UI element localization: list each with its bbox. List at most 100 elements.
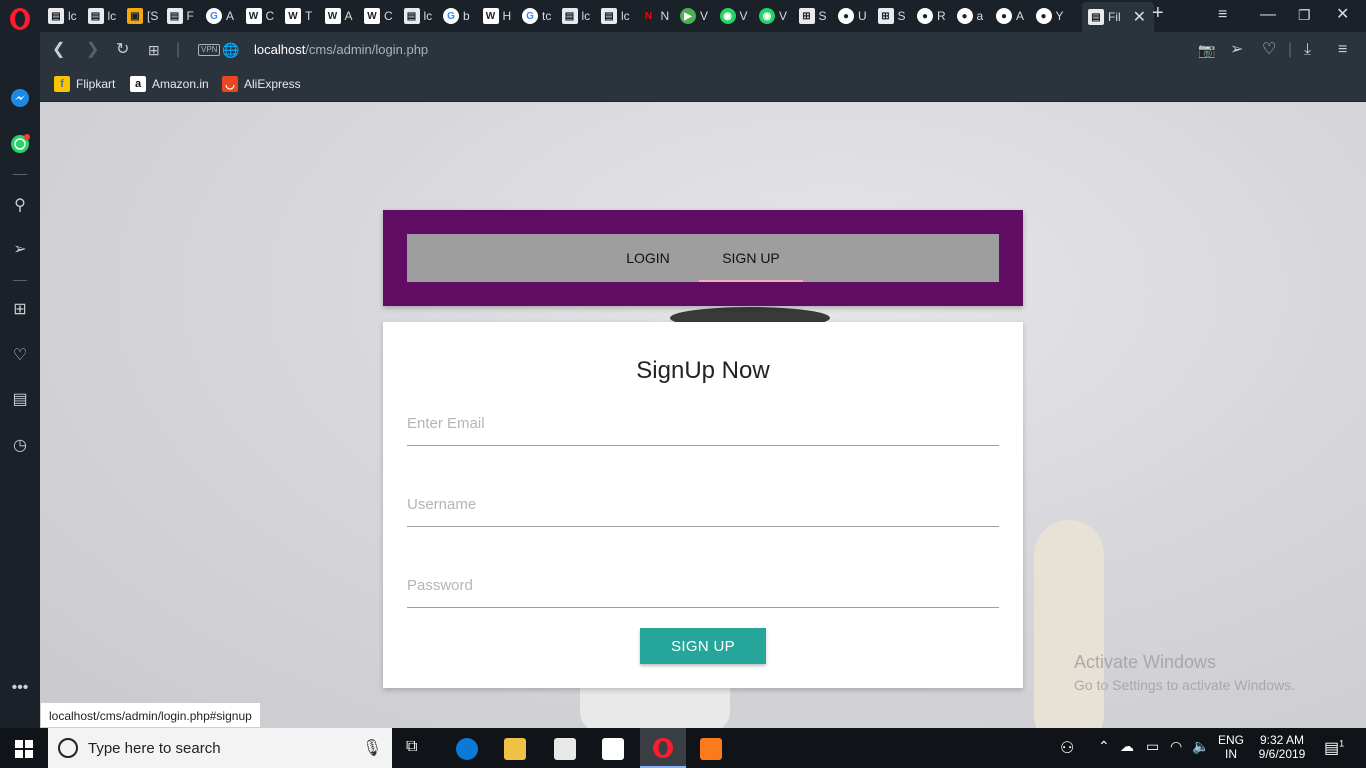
tab[interactable]: WT [285,3,312,29]
tab[interactable]: Gtc [522,3,551,29]
action-center-icon[interactable]: ▤1 [1324,738,1344,758]
mail-icon[interactable] [602,738,624,760]
tab[interactable]: ⊞ S [798,3,827,29]
whatsapp-icon[interactable] [10,134,30,154]
vpn-badge[interactable]: VPN [198,44,221,56]
close-window-button[interactable]: ✕ [1336,6,1349,24]
tab-title: A [226,9,235,23]
tab[interactable]: ▤ lc [48,3,77,29]
tab-active[interactable]: ▤ Fil ✕ [1082,2,1155,32]
task-view-icon[interactable]: ⧉ [406,738,428,760]
email-field[interactable] [407,402,999,446]
tab[interactable]: ● a [956,3,983,29]
tab[interactable]: WC [364,3,393,29]
wifi-icon[interactable]: ◠ [1170,738,1182,755]
people-icon[interactable]: ⚇ [1060,738,1074,758]
tab[interactable]: ◉ V [759,3,787,29]
github-icon: ● [838,8,854,24]
windows-start-icon[interactable] [15,740,33,758]
tab[interactable]: ● R [917,3,946,29]
close-tab-icon[interactable]: ✕ [1133,7,1146,27]
tab-title: V [700,9,709,23]
microphone-icon[interactable]: 🎙 [362,738,382,758]
history-icon[interactable]: ◷ [10,436,30,456]
tab-title: b [463,9,470,23]
tab[interactable]: ▶ V [680,3,708,29]
restore-button[interactable]: ❐ [1298,6,1311,24]
password-field[interactable] [407,564,999,608]
tab-menu-icon[interactable]: ≡ [1218,6,1227,24]
github-icon: ● [956,8,973,24]
tab[interactable]: ● A [996,3,1024,29]
reload-icon[interactable]: ↻ [116,41,129,59]
tab-title: lc [581,9,591,23]
volume-icon[interactable]: 🔈 [1192,738,1209,755]
tab[interactable]: WH [482,3,511,29]
url-field[interactable]: localhost/cms/admin/login.php [254,42,428,57]
opera-logo-icon[interactable] [8,7,32,31]
activate-windows-watermark: Activate Windows Go to Settings to activ… [1074,652,1295,693]
speed-dial-icon[interactable]: ⊞ [10,300,30,320]
tab[interactable]: ▤ lc [561,3,591,29]
battery-icon[interactable]: ▭ [1146,738,1159,755]
tab[interactable]: GA [206,3,234,29]
minimize-button[interactable]: — [1260,6,1276,24]
xampp-icon[interactable] [700,738,722,760]
watermark-title: Activate Windows [1074,652,1217,672]
tab-title: Fil [1108,10,1121,24]
send-icon[interactable]: ➢ [1230,41,1243,59]
taskbar-search-placeholder: Type here to search [88,740,221,757]
tray-expand-icon[interactable]: ⌃ [1098,738,1110,755]
tab[interactable]: ● Y [1035,3,1064,29]
easy-setup-icon[interactable]: ≡ [1338,41,1347,59]
bookmark-aliexpress[interactable]: ◡ AliExpress [222,76,301,92]
tab-login[interactable]: LOGIN [617,234,679,282]
search-icon[interactable]: ⚲ [10,196,30,216]
messenger-icon[interactable] [10,88,30,108]
tab-title: F [186,9,194,23]
new-tab-button[interactable]: + [1152,3,1164,23]
more-icon[interactable]: ••• [10,678,30,698]
play-icon: ▶ [680,8,696,24]
clock-time: 9:32 AM [1259,733,1305,747]
signup-button[interactable]: SIGN UP [640,628,766,664]
bookmark-amazon[interactable]: a Amazon.in [130,76,209,92]
send-icon[interactable]: ➢ [10,240,30,260]
bookmark-flipkart[interactable]: f Flipkart [54,76,115,92]
tab[interactable]: ⊞ S [877,3,906,29]
tab[interactable]: ▤ lc [87,3,116,29]
taskbar-search[interactable]: Type here to search 🎙 [48,728,392,768]
download-icon[interactable]: ⤓ [1304,41,1311,59]
tab[interactable]: ◉ V [719,3,748,29]
tab[interactable]: ▣ [S [127,3,158,29]
tab-signup[interactable]: SIGN UP [699,234,803,282]
onedrive-icon[interactable]: ☁ [1120,738,1134,755]
heart-icon[interactable]: ♡ [1262,41,1276,59]
clock[interactable]: 9:32 AM 9/6/2019 [1252,733,1312,761]
edge-icon[interactable] [456,738,478,760]
heart-icon[interactable]: ♡ [10,346,30,366]
tab[interactable]: NN [640,3,670,29]
tab[interactable]: ▤ lc [601,3,630,29]
doc-icon: ▤ [561,8,578,24]
tab-title: N [660,9,670,23]
amazon-icon: a [130,76,146,92]
news-icon[interactable]: ▤ [10,390,30,410]
back-icon[interactable]: ❮ [52,41,65,59]
auth-tabs-card: LOGIN SIGN UP [383,210,1023,306]
tab[interactable]: WC [245,3,274,29]
tab[interactable]: WA [324,3,353,29]
username-field[interactable] [407,483,999,527]
camera-icon[interactable]: 📷 [1198,41,1215,59]
speed-dial-icon[interactable]: ⊞ [148,41,160,59]
tab[interactable]: ● U [838,3,867,29]
forward-icon[interactable]: ❯ [86,41,99,59]
tab-title: lc [621,9,630,23]
tab[interactable]: Gb [443,3,470,29]
tab[interactable]: ▤ lc [403,3,432,29]
file-explorer-icon[interactable] [504,738,526,760]
opera-taskbar-button[interactable] [640,728,686,768]
store-icon[interactable] [554,738,576,760]
tab[interactable]: ▤ F [166,3,194,29]
language-indicator[interactable]: ENG IN [1216,733,1246,761]
